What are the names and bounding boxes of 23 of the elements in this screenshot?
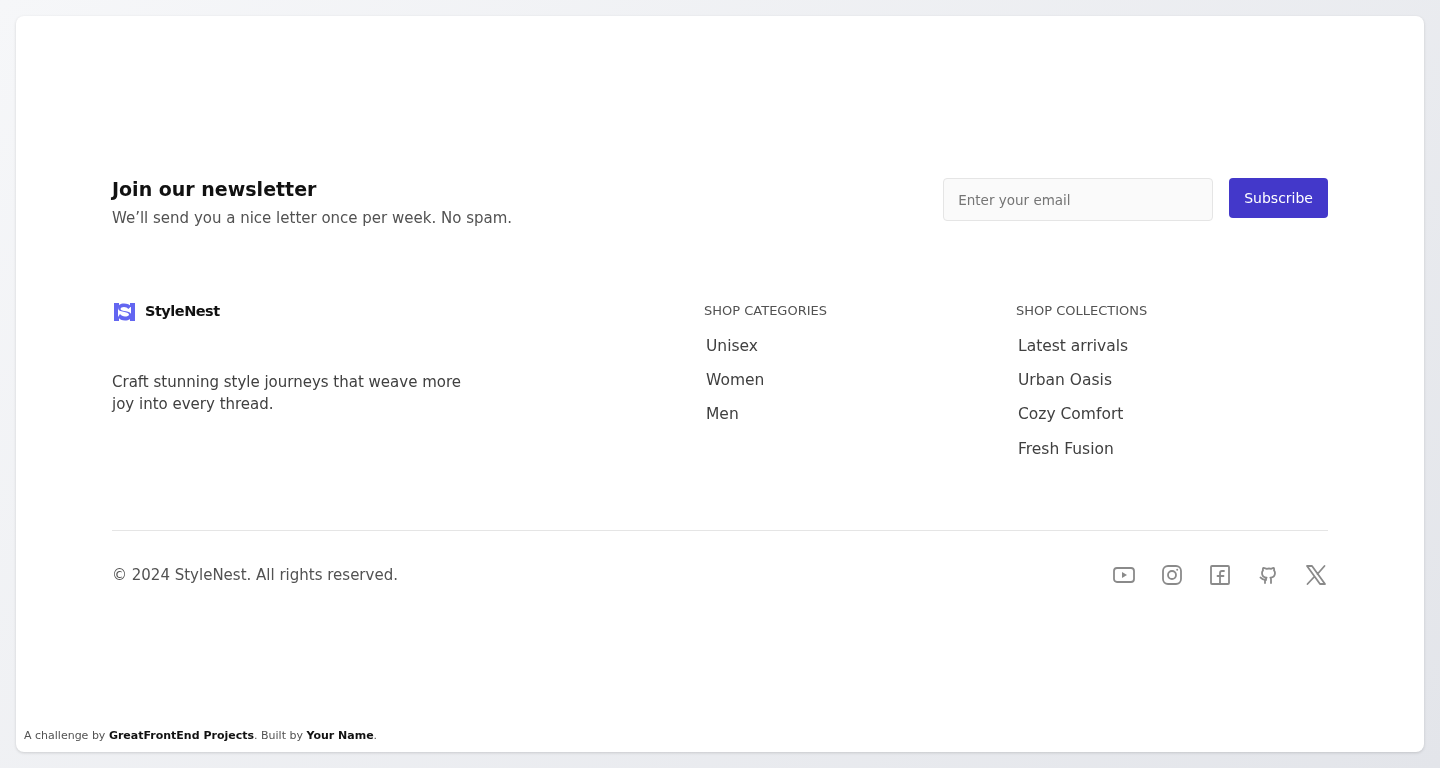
attribution-link[interactable]: Your Name [306, 728, 374, 742]
column-heading: SHOP CATEGORIES [704, 302, 828, 321]
footer-link[interactable]: Latest arrivals [1018, 334, 1328, 359]
camera-icon[interactable] [1160, 562, 1184, 587]
x-logo-icon[interactable] [1304, 562, 1328, 587]
logo-icon [112, 302, 137, 323]
footer-link[interactable]: Men [706, 403, 1016, 427]
footer-link[interactable]: Fresh Fusion [1018, 437, 1328, 461]
email-field[interactable]: Enter your email [943, 178, 1214, 221]
attribution-link[interactable]: GreatFrontEnd Projects [108, 728, 254, 742]
attribution-text: A challenge by GreatFrontEnd Projects. Built by Your Name. [23, 727, 379, 744]
newsletter-title: Join our newsletter [112, 178, 318, 201]
facebook-icon[interactable] [1208, 562, 1232, 587]
newsletter-subtitle: We’ll send you a nice letter once per week. No spam. [112, 207, 513, 229]
brand-name: StyleNest [145, 302, 220, 322]
footer-link[interactable]: Unisex [706, 334, 1016, 359]
brand-tagline: Craft stunning style journeys that weave more joy into every thread. [112, 372, 462, 416]
column-heading: SHOP COLLECTIONS [1016, 302, 1149, 321]
subscribe-button[interactable]: Subscribe [1229, 178, 1328, 218]
footer-link[interactable]: Cozy Comfort [1018, 403, 1328, 427]
footer-link[interactable]: Women [706, 369, 1016, 393]
copyright-text: © 2024 StyleNest. All rights reserved. [112, 564, 398, 586]
footer-link[interactable]: Urban Oasis [1018, 369, 1328, 393]
